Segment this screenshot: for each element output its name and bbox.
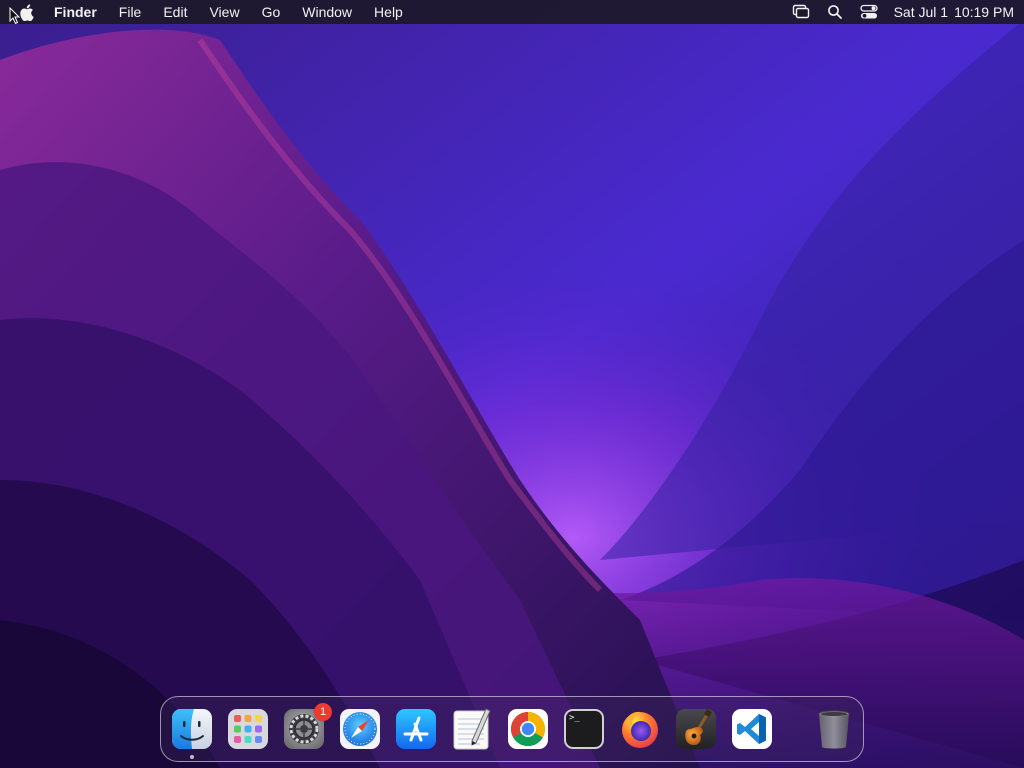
finder-icon: [172, 709, 212, 749]
dock: 1 >_: [160, 696, 864, 762]
menu-clock[interactable]: Sat Jul 1 10:19 PM: [894, 4, 1014, 20]
notification-badge: 1: [314, 703, 332, 721]
desktop: Finder File Edit View Go Window Help Sat…: [0, 0, 1024, 768]
menu-time: 10:19 PM: [954, 4, 1014, 20]
launchpad-icon: [228, 709, 268, 749]
app-store-icon: [396, 709, 436, 749]
dock-firefox[interactable]: [618, 707, 662, 751]
menu-go[interactable]: Go: [251, 0, 292, 24]
mouse-cursor-icon: [9, 7, 21, 25]
dock-vscode[interactable]: [730, 707, 774, 751]
menu-bar: Finder File Edit View Go Window Help Sat…: [0, 0, 1024, 24]
menu-file[interactable]: File: [108, 0, 153, 24]
dock-garageband[interactable]: [674, 707, 718, 751]
dock-trash[interactable]: [812, 707, 856, 751]
menu-help[interactable]: Help: [363, 0, 414, 24]
vscode-icon: [732, 709, 772, 749]
dock-chrome[interactable]: [506, 707, 550, 751]
control-center-icon[interactable]: [859, 3, 879, 21]
dock-finder[interactable]: [170, 707, 214, 759]
chrome-icon: [508, 709, 548, 749]
garageband-guitar-icon: [676, 709, 716, 749]
dock-textedit[interactable]: [450, 707, 494, 751]
trash-icon: [818, 710, 850, 749]
textedit-icon: [453, 708, 491, 750]
wallpaper: [0, 0, 1024, 768]
dock-safari[interactable]: [338, 707, 382, 751]
dock-terminal[interactable]: >_: [562, 707, 606, 751]
safari-compass-icon: [340, 709, 380, 749]
menu-edit[interactable]: Edit: [152, 0, 198, 24]
screen-mirroring-icon[interactable]: [791, 3, 811, 21]
dock-app-store[interactable]: [394, 707, 438, 751]
dock-system-settings[interactable]: 1: [282, 703, 332, 751]
spotlight-search-icon[interactable]: [825, 3, 845, 21]
menu-app-name[interactable]: Finder: [54, 0, 108, 24]
firefox-icon: [622, 711, 658, 748]
menu-window[interactable]: Window: [291, 0, 363, 24]
terminal-prompt: >_: [569, 713, 580, 723]
menu-view[interactable]: View: [198, 0, 250, 24]
running-indicator: [190, 755, 194, 759]
dock-launchpad[interactable]: [226, 707, 270, 751]
menu-date: Sat Jul 1: [893, 4, 949, 20]
